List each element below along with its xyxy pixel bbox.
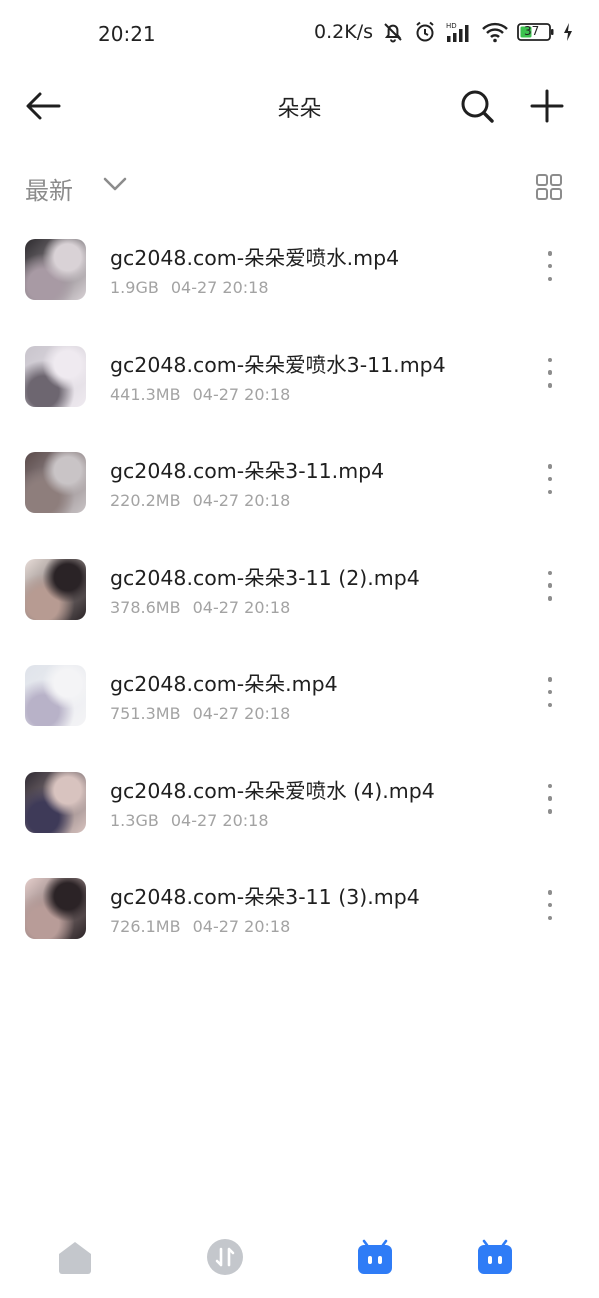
file-row[interactable]: gc2048.com-朵朵3-11 (2).mp4 378.6MB 04-27 2…	[0, 549, 599, 656]
file-row[interactable]: gc2048.com-朵朵.mp4 751.3MB 04-27 20:18	[0, 655, 599, 762]
more-options-button[interactable]	[540, 570, 560, 601]
hd-signal-icon: HD	[445, 20, 473, 44]
chevron-down-icon[interactable]	[102, 175, 128, 197]
file-meta: 751.3MB 04-27 20:18	[110, 704, 290, 723]
file-date: 04-27 20:18	[170, 810, 269, 830]
file-row[interactable]: gc2048.com-朵朵3-11.mp4 220.2MB 04-27 20:18	[0, 442, 599, 549]
nav-transfer[interactable]	[206, 1238, 244, 1276]
grid-view-icon	[536, 174, 562, 200]
file-date: 04-27 20:18	[192, 704, 291, 723]
more-dots-icon	[547, 677, 553, 682]
more-dots-icon	[547, 251, 553, 256]
status-time: 20:21	[98, 22, 156, 46]
charging-icon	[563, 22, 573, 42]
search-icon	[461, 90, 494, 123]
plus-icon	[530, 89, 564, 123]
file-size: 1.3GB	[110, 810, 159, 830]
more-options-button[interactable]	[540, 464, 560, 494]
more-options-button[interactable]	[540, 357, 560, 388]
nav-robot-2[interactable]	[476, 1238, 514, 1276]
robot-box-icon	[358, 1239, 392, 1274]
video-thumbnail	[25, 558, 86, 620]
search-button[interactable]	[457, 86, 497, 126]
svg-text:HD: HD	[446, 22, 457, 30]
more-dots-icon	[547, 357, 553, 362]
wifi-icon	[481, 20, 509, 44]
sort-dropdown[interactable]: 最新	[25, 171, 73, 206]
status-icons: 0.2K/s HD 37	[314, 20, 573, 44]
grid-view-button[interactable]	[535, 173, 563, 205]
sort-bar: 最新	[0, 165, 599, 211]
file-meta: 378.6MB 04-27 20:18	[110, 598, 290, 617]
battery-level: 37	[524, 24, 540, 38]
video-thumbnail	[25, 878, 86, 939]
app-header: 朵朵	[0, 72, 599, 136]
nav-home[interactable]	[56, 1238, 94, 1276]
file-row[interactable]: gc2048.com-朵朵爱喷水 (4).mp4 1.3GB 04-27 20:1…	[0, 762, 599, 869]
file-row[interactable]: gc2048.com-朵朵爱喷水3-11.mp4 441.3MB 04-27 20…	[0, 336, 599, 443]
file-name: gc2048.com-朵朵3-11 (2).mp4	[110, 565, 420, 590]
file-name: gc2048.com-朵朵爱喷水 (4).mp4	[110, 778, 435, 803]
file-meta: 1.3GB 04-27 20:18	[110, 811, 269, 830]
file-date: 04-27 20:18	[170, 278, 269, 297]
file-name: gc2048.com-朵朵.mp4	[110, 672, 338, 696]
more-options-button[interactable]	[540, 890, 560, 920]
file-row[interactable]: gc2048.com-朵朵爱喷水.mp4 1.9GB 04-27 20:18	[0, 229, 599, 336]
battery-icon: 37	[517, 22, 555, 42]
file-size: 726.1MB	[110, 917, 181, 936]
file-size: 441.3MB	[110, 384, 181, 404]
net-speed: 0.2K/s	[314, 21, 373, 43]
bottom-nav	[0, 1220, 599, 1298]
file-meta: 441.3MB 04-27 20:18	[110, 385, 290, 404]
file-size: 751.3MB	[110, 704, 181, 723]
file-list: gc2048.com-朵朵爱喷水.mp4 1.9GB 04-27 20:18 gc…	[0, 229, 599, 975]
file-date: 04-27 20:18	[192, 491, 291, 510]
home-icon	[59, 1242, 91, 1274]
more-options-button[interactable]	[540, 783, 560, 814]
file-meta: 220.2MB 04-27 20:18	[110, 491, 290, 510]
file-name: gc2048.com-朵朵爱喷水3-11.mp4	[110, 352, 446, 377]
status-bar: 20:21 0.2K/s HD 37	[0, 0, 599, 70]
file-date: 04-27 20:18	[192, 597, 291, 617]
more-options-button[interactable]	[540, 677, 560, 707]
file-size: 1.9GB	[110, 278, 159, 297]
more-dots-icon	[547, 464, 553, 469]
video-thumbnail	[25, 452, 86, 513]
mute-bell-icon	[381, 20, 405, 44]
file-size: 220.2MB	[110, 491, 181, 510]
video-thumbnail	[25, 771, 86, 833]
file-name: gc2048.com-朵朵爱喷水.mp4	[110, 246, 400, 270]
file-name: gc2048.com-朵朵3-11.mp4	[110, 459, 385, 483]
more-dots-icon	[547, 890, 553, 895]
file-date: 04-27 20:18	[192, 384, 291, 404]
nav-robot[interactable]	[356, 1238, 394, 1276]
video-thumbnail	[25, 345, 86, 407]
file-meta: 726.1MB 04-27 20:18	[110, 917, 290, 936]
add-button[interactable]	[527, 86, 567, 126]
page-title: 朵朵	[277, 97, 322, 122]
robot-box-icon	[478, 1239, 512, 1274]
video-thumbnail	[25, 239, 86, 300]
transfer-icon	[207, 1239, 243, 1275]
more-options-button[interactable]	[540, 251, 560, 281]
file-size: 378.6MB	[110, 597, 181, 617]
file-date: 04-27 20:18	[192, 917, 291, 936]
more-dots-icon	[547, 783, 553, 788]
file-meta: 1.9GB 04-27 20:18	[110, 278, 269, 297]
file-row[interactable]: gc2048.com-朵朵3-11 (3).mp4 726.1MB 04-27 2…	[0, 868, 599, 975]
file-name: gc2048.com-朵朵3-11 (3).mp4	[110, 885, 420, 909]
more-dots-icon	[547, 570, 553, 575]
video-thumbnail	[25, 665, 86, 726]
alarm-icon	[413, 20, 437, 44]
